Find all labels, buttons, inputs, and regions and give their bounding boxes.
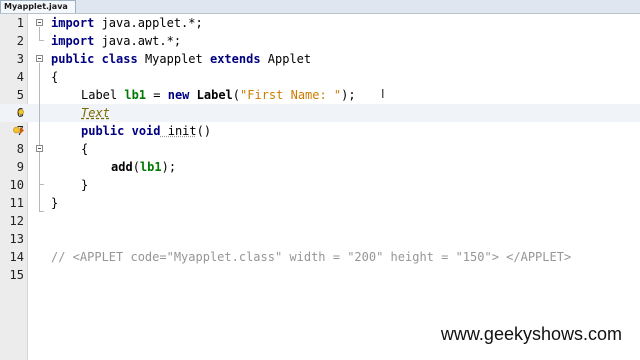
code-text: Applet <box>260 52 312 66</box>
constructor-name: Label <box>189 88 233 102</box>
code-line-11[interactable]: 11 } <box>0 194 640 212</box>
fold-guide <box>39 153 40 184</box>
line-number: 9 <box>16 160 24 174</box>
code-text: java.awt.*; <box>94 34 182 48</box>
line-number: 3 <box>16 52 24 66</box>
line-number: 10 <box>9 178 24 192</box>
code-text: { <box>51 70 59 84</box>
fold-guide-end <box>39 211 44 212</box>
type-name: Label <box>81 88 125 102</box>
code-line-1[interactable]: 1 import java.applet.*; <box>0 14 640 32</box>
field-name: lb1 <box>139 160 162 174</box>
keyword: public <box>51 52 95 66</box>
code-hint-text[interactable]: Text <box>81 106 110 120</box>
code-text: ); <box>341 88 356 102</box>
string-literal: "First Name: " <box>240 88 342 102</box>
line-number: 5 <box>16 88 24 102</box>
code-line-5[interactable]: 5 Label lb1 = new Label("First Name: "); <box>0 86 640 104</box>
keyword: new <box>167 88 190 102</box>
class-name: Myapplet <box>137 52 210 66</box>
code-text: = <box>146 88 168 102</box>
editor-tab-bar: Myapplet.java <box>0 0 640 14</box>
text-cursor-icon: I <box>381 87 385 101</box>
code-text: { <box>81 142 89 156</box>
fold-toggle-class[interactable] <box>36 55 43 62</box>
keyword: extends <box>209 52 261 66</box>
code-text: } <box>81 178 89 192</box>
code-text: java.applet.*; <box>94 16 203 30</box>
line-number: 14 <box>9 250 24 264</box>
code-line-8[interactable]: 8 { <box>0 140 640 158</box>
code-line-2[interactable]: 2 import java.awt.*; <box>0 32 640 50</box>
fold-guide <box>39 63 40 211</box>
line-number: 1 <box>16 16 24 30</box>
code-line-15[interactable]: 15 <box>0 266 640 284</box>
lightbulb-hint-icon[interactable] <box>17 109 25 117</box>
keyword: void <box>131 124 161 138</box>
line-number: 12 <box>9 214 24 228</box>
line-number: 13 <box>9 232 24 246</box>
code-line-7[interactable]: 7 public void init() <box>0 122 640 140</box>
fold-guide <box>39 27 40 40</box>
code-line-10[interactable]: 10 } <box>0 176 640 194</box>
code-line-9[interactable]: 9 add(lb1); <box>0 158 640 176</box>
code-text: ( <box>232 88 241 102</box>
code-text: () <box>196 124 212 138</box>
comment-text: // <APPLET code="Myapplet.class" width =… <box>51 250 572 264</box>
code-text: ( <box>132 160 140 174</box>
code-line-6[interactable]: 6 Text <box>0 104 640 122</box>
code-text: ); <box>161 160 177 174</box>
keyword: class <box>101 52 138 66</box>
line-number: 2 <box>16 34 24 48</box>
code-line-12[interactable]: 12 <box>0 212 640 230</box>
keyword: public <box>81 124 125 138</box>
method-call: add <box>111 160 133 174</box>
code-line-4[interactable]: 4 { <box>0 68 640 86</box>
fold-toggle-imports[interactable] <box>36 19 43 26</box>
fold-guide-end <box>39 40 44 41</box>
code-text: } <box>51 196 59 210</box>
line-number: 15 <box>9 268 24 282</box>
line-number: 8 <box>16 142 24 156</box>
code-line-14[interactable]: 14 // <APPLET code="Myapplet.class" widt… <box>0 248 640 266</box>
code-line-3[interactable]: 3 public class Myapplet extends Applet <box>0 50 640 68</box>
code-line-13[interactable]: 13 <box>0 230 640 248</box>
keyword: import <box>51 16 95 30</box>
line-number: 11 <box>9 196 24 210</box>
tab-myapplet-java[interactable]: Myapplet.java <box>0 0 76 13</box>
keyword: import <box>51 34 95 48</box>
line-number: 4 <box>16 70 24 84</box>
fold-guide-end <box>39 184 44 185</box>
fold-toggle-method[interactable] <box>36 145 43 152</box>
method-name: init <box>160 124 197 138</box>
watermark: www.geekyshows.com <box>440 324 622 344</box>
field-name: lb1 <box>124 88 147 102</box>
override-warning-icon[interactable] <box>13 126 25 134</box>
